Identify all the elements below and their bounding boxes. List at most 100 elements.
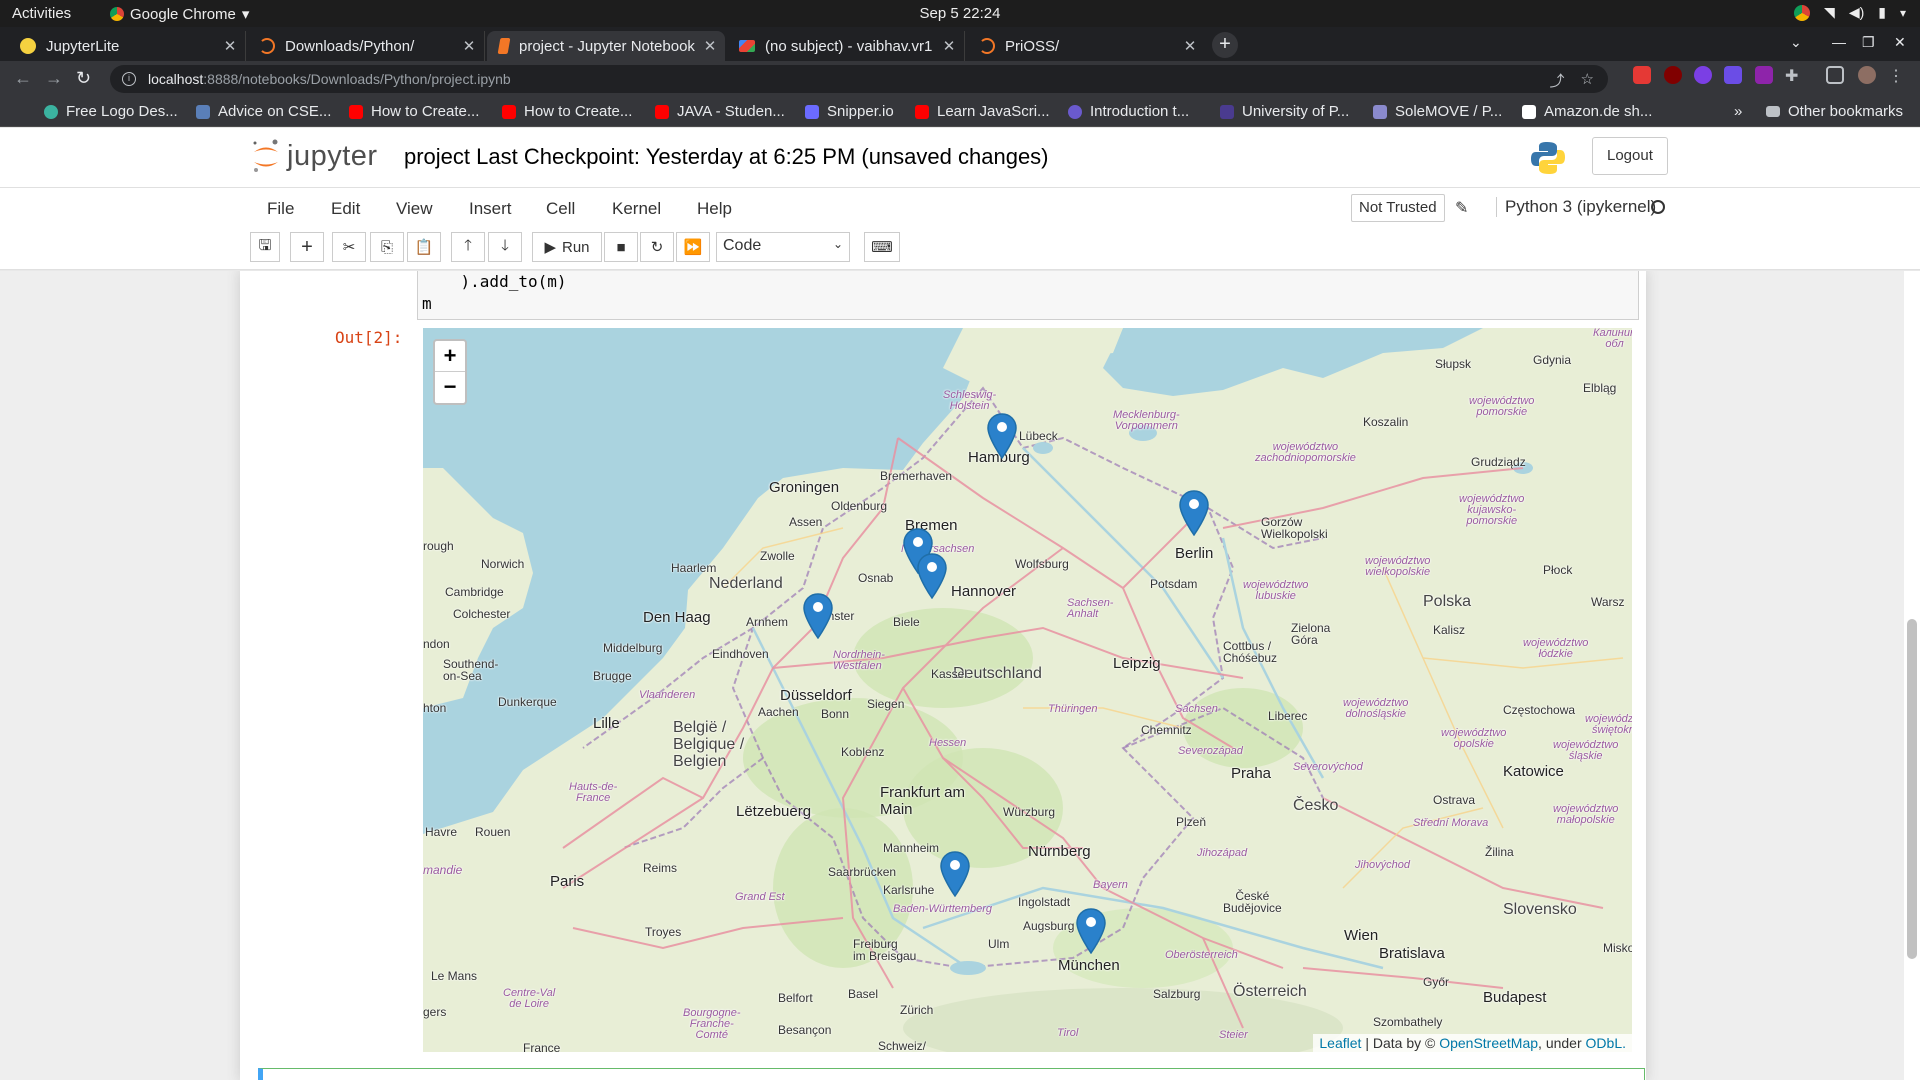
bookmark-item[interactable]: Advice on CSE... (196, 103, 331, 120)
paste-button[interactable]: 📋 (407, 232, 441, 262)
close-tab-icon[interactable]: ✕ (221, 37, 239, 55)
bookmark-item[interactable]: How to Create... (349, 103, 479, 120)
jupyter-logo[interactable]: jupyter (251, 138, 378, 174)
cell-type-select[interactable]: Code ⌄ (716, 232, 850, 262)
map-marker-hamburg[interactable] (986, 413, 1018, 459)
region-label: Jihovýchod (1355, 859, 1411, 871)
new-tab-button[interactable]: + (1212, 32, 1238, 58)
address-bar[interactable]: i localhost:8888/notebooks/Downloads/Pyt… (110, 65, 1608, 93)
bookmark-star-icon[interactable]: ☆ (1581, 70, 1594, 91)
place-label: Eindhoven (712, 647, 769, 661)
bookmark-item[interactable]: JAVA - Studen... (655, 103, 785, 120)
place-label: Colchester (453, 607, 511, 621)
bookmark-item[interactable]: Amazon.de sh... (1522, 103, 1652, 120)
edit-pencil-icon[interactable]: ✎ (1455, 198, 1468, 218)
clock[interactable]: Sep 5 22:24 (0, 5, 1920, 22)
menu-file[interactable]: File (267, 199, 294, 219)
menu-help[interactable]: Help (697, 199, 732, 219)
page-scrollbar[interactable] (1904, 271, 1920, 1080)
restart-button[interactable]: ↻ (640, 232, 674, 262)
region-label: województwo opolskie (1441, 727, 1507, 750)
close-tab-icon[interactable]: ✕ (460, 37, 478, 55)
bookmark-item[interactable]: University of P... (1220, 103, 1349, 120)
stacks-extension-icon[interactable] (1724, 66, 1742, 84)
next-code-cell[interactable] (258, 1068, 1645, 1080)
close-tab-icon[interactable]: ✕ (1181, 37, 1199, 55)
app-menu[interactable]: Google Chrome ▾ (110, 5, 249, 23)
map-marker-bielefeld[interactable] (916, 553, 948, 599)
extension-icon[interactable] (1755, 66, 1773, 84)
place-label: Saarbrücken (828, 865, 897, 879)
tab-jupyterlite[interactable]: JupyterLite ✕ (8, 31, 246, 61)
move-down-button[interactable]: 🡓 (488, 232, 522, 262)
close-tab-icon[interactable]: ✕ (940, 37, 958, 55)
menu-edit[interactable]: Edit (331, 199, 360, 219)
other-bookmarks[interactable]: Other bookmarks (1766, 103, 1903, 120)
tab-project-notebook[interactable]: project - Jupyter Notebook ✕ (487, 31, 725, 61)
run-button[interactable]: ▶ Run (532, 232, 602, 262)
zoom-out-button[interactable]: − (435, 372, 465, 403)
kernel-name[interactable]: Python 3 (ipykernel) (1496, 197, 1656, 217)
place-label: Plzeň (1176, 815, 1207, 829)
menu-insert[interactable]: Insert (469, 199, 512, 219)
leaflet-link[interactable]: Leaflet (1319, 1035, 1361, 1051)
more-bookmarks-icon[interactable]: » (1734, 103, 1742, 120)
site-info-icon[interactable]: i (122, 72, 136, 86)
openstreetmap-link[interactable]: OpenStreetMap (1439, 1035, 1538, 1051)
close-window-icon[interactable]: ✕ (1894, 34, 1906, 51)
tab-search-icon[interactable]: ⌄ (1790, 34, 1802, 51)
code-cell[interactable]: ).add_to(m) m (417, 271, 1639, 320)
notebook-title[interactable]: project Last Checkpoint: Yesterday at 6:… (404, 144, 1049, 170)
restart-run-all-button[interactable]: ⏩ (676, 232, 710, 262)
share-icon[interactable]: ⤴ (1550, 70, 1565, 91)
cut-button[interactable]: ✂ (332, 232, 366, 262)
extensions-puzzle-icon[interactable]: ✚ (1785, 66, 1803, 85)
tab-prioss[interactable]: PriOSS/ ✕ (967, 31, 1205, 61)
tab-gmail[interactable]: (no subject) - vaibhav.vr1 ✕ (727, 31, 965, 61)
chrome-menu-icon[interactable]: ⋮ (1888, 66, 1906, 85)
extension-icon[interactable] (1694, 66, 1712, 84)
bookmark-item[interactable]: Introduction t... (1068, 103, 1189, 120)
system-tray[interactable]: ◥ ◀) ▮ ▾ (1794, 4, 1906, 21)
map-marker-berlin[interactable] (1178, 490, 1210, 536)
map-marker-munchen[interactable] (1075, 908, 1107, 954)
place-label: Norwich (481, 557, 525, 571)
menu-kernel[interactable]: Kernel (612, 199, 661, 219)
menu-view[interactable]: View (396, 199, 433, 219)
folium-map[interactable]: Hamburg Berlin Bremen Hannover Groningen… (423, 328, 1632, 1052)
bookmark-item[interactable]: How to Create... (502, 103, 632, 120)
minimize-window-icon[interactable]: — (1832, 34, 1846, 50)
move-up-button[interactable]: 🡑 (451, 232, 485, 262)
copy-button[interactable]: ⎘ (370, 232, 404, 262)
notebook-area: ).add_to(m) m Out[2]: Hamburg Berlin Bre… (0, 271, 1920, 1080)
profile-avatar[interactable] (1858, 66, 1876, 84)
ublock-extension-icon[interactable] (1664, 66, 1682, 84)
adblock-extension-icon[interactable] (1633, 66, 1651, 84)
menu-cell[interactable]: Cell (546, 199, 575, 219)
map-marker-karlsruhe[interactable] (939, 851, 971, 897)
maximize-window-icon[interactable]: ❐ (1862, 34, 1875, 51)
activities-button[interactable]: Activities (12, 5, 71, 22)
command-palette-button[interactable]: ⌨ (864, 232, 900, 262)
forward-icon[interactable]: → (45, 68, 63, 89)
reload-icon[interactable]: ↻ (76, 68, 91, 89)
save-button[interactable]: 🖫 (250, 232, 280, 262)
place-label: Wolfsburg (1015, 557, 1069, 571)
side-panel-icon[interactable] (1826, 66, 1844, 84)
insert-cell-button[interactable]: + (290, 232, 324, 262)
logout-button[interactable]: Logout (1592, 137, 1668, 175)
scrollbar-thumb[interactable] (1907, 619, 1917, 959)
zoom-in-button[interactable]: + (435, 341, 465, 372)
interrupt-button[interactable]: ■ (604, 232, 638, 262)
tab-title: PriOSS/ (1005, 37, 1060, 55)
back-icon[interactable]: ← (14, 68, 32, 89)
odbl-link[interactable]: ODbL. (1586, 1035, 1626, 1051)
tab-downloads-python[interactable]: Downloads/Python/ ✕ (247, 31, 485, 61)
map-marker-dusseldorf[interactable] (802, 593, 834, 639)
not-trusted-button[interactable]: Not Trusted (1351, 194, 1445, 222)
bookmark-item[interactable]: Learn JavaScri... (915, 103, 1050, 120)
bookmark-item[interactable]: SoleMOVE / P... (1373, 103, 1502, 120)
bookmark-item[interactable]: Free Logo Des... (44, 103, 178, 120)
close-tab-icon[interactable]: ✕ (701, 37, 719, 55)
bookmark-item[interactable]: Snipper.io (805, 103, 894, 120)
